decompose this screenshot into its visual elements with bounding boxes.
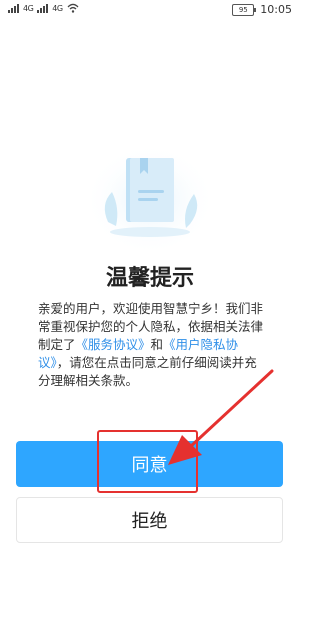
status-right: 95 10:05 bbox=[232, 3, 292, 16]
reject-button[interactable]: 拒绝 bbox=[16, 497, 283, 543]
book-icon bbox=[84, 138, 216, 250]
status-left: 4G 4G bbox=[8, 3, 79, 13]
status-time: 10:05 bbox=[260, 3, 292, 16]
message-and: 和 bbox=[150, 337, 164, 352]
annotation-arrow-icon bbox=[168, 369, 274, 465]
service-agreement-link[interactable]: 《服务协议》 bbox=[76, 337, 151, 352]
status-bar: 4G 4G 95 10:05 bbox=[0, 0, 300, 22]
privacy-dialog: 温馨提示 亲爱的用户，欢迎使用智慧宁乡！我们非常重视保护您的个人隐私，依据相关法… bbox=[16, 88, 284, 406]
dialog-title: 温馨提示 bbox=[105, 266, 194, 291]
battery-level: 95 bbox=[238, 5, 248, 14]
signal-icon-2 bbox=[37, 3, 49, 13]
network-type-2: 4G bbox=[52, 3, 63, 13]
network-type-1: 4G bbox=[23, 3, 34, 13]
signal-icon bbox=[8, 3, 19, 13]
battery-icon: 95 bbox=[232, 3, 257, 16]
wifi-icon bbox=[67, 3, 79, 13]
